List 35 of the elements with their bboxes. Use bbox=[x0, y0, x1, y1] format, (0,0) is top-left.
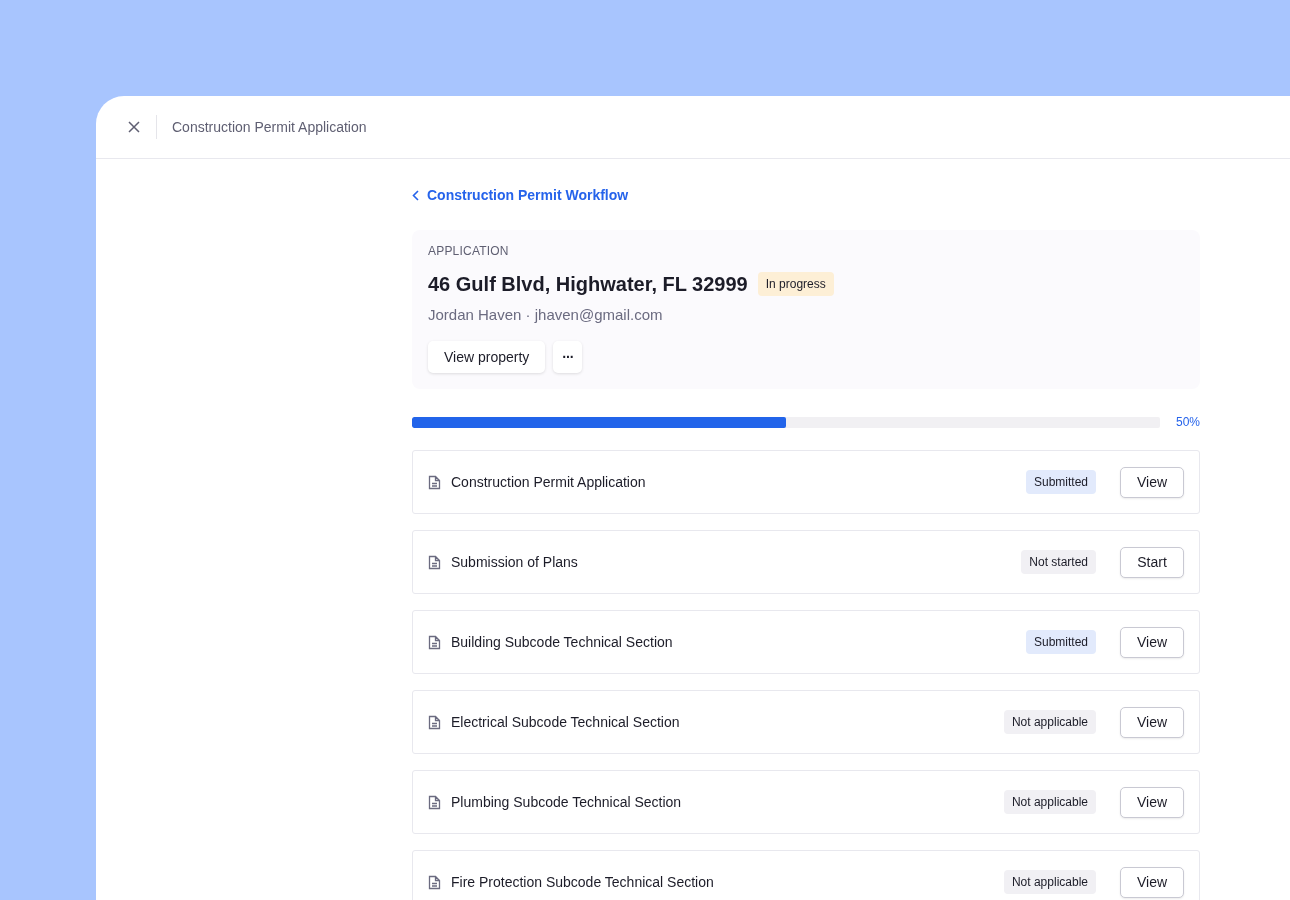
chevron-left-icon bbox=[412, 189, 419, 201]
document-icon bbox=[428, 474, 441, 490]
task-name: Building Subcode Technical Section bbox=[451, 634, 674, 650]
close-button[interactable] bbox=[126, 119, 142, 135]
progress-reading: 50% bbox=[1175, 415, 1200, 429]
more-button[interactable]: ··· bbox=[553, 341, 583, 373]
window-title: Construction Permit Application bbox=[172, 119, 367, 135]
back-link[interactable]: Construction Permit Workflow bbox=[412, 187, 629, 203]
status-badge: Submitted bbox=[1025, 470, 1096, 494]
task-action-button[interactable]: View bbox=[1120, 786, 1184, 818]
task-action-button[interactable]: View bbox=[1120, 466, 1184, 498]
status-badge: In progress bbox=[757, 272, 834, 296]
status-badge: Not applicable bbox=[1003, 710, 1096, 734]
document-icon bbox=[428, 634, 441, 650]
document-icon bbox=[428, 714, 441, 730]
property-address: 46 Gulf Blvd, Highwater, FL 32999 bbox=[428, 272, 748, 296]
status-badge: Submitted bbox=[1025, 630, 1096, 654]
status-badge: Not applicable bbox=[1003, 790, 1096, 814]
task-action-button[interactable]: Start bbox=[1120, 546, 1184, 578]
status-badge: Not applicable bbox=[1003, 870, 1096, 894]
task-name: Submission of Plans bbox=[451, 554, 579, 570]
task-name: Fire Protection Subcode Technical Section bbox=[451, 874, 715, 890]
view-property-button[interactable]: View property bbox=[428, 341, 546, 373]
task-action-button[interactable]: View bbox=[1120, 626, 1184, 658]
task-name: Construction Permit Application bbox=[451, 474, 647, 490]
document-icon bbox=[428, 874, 441, 890]
task-action-button[interactable]: View bbox=[1120, 866, 1184, 898]
task-name: Electrical Subcode Technical Section bbox=[451, 714, 681, 730]
applicant-contact: Jordan Haven · jhaven@gmail.com bbox=[428, 306, 664, 323]
task-action-button[interactable]: View bbox=[1120, 706, 1184, 738]
document-icon bbox=[428, 554, 441, 570]
section-label: APPLICATION bbox=[428, 244, 510, 258]
status-badge: Not started bbox=[1021, 550, 1096, 574]
task-name: Plumbing Subcode Technical Section bbox=[451, 794, 683, 810]
document-icon bbox=[428, 794, 441, 810]
